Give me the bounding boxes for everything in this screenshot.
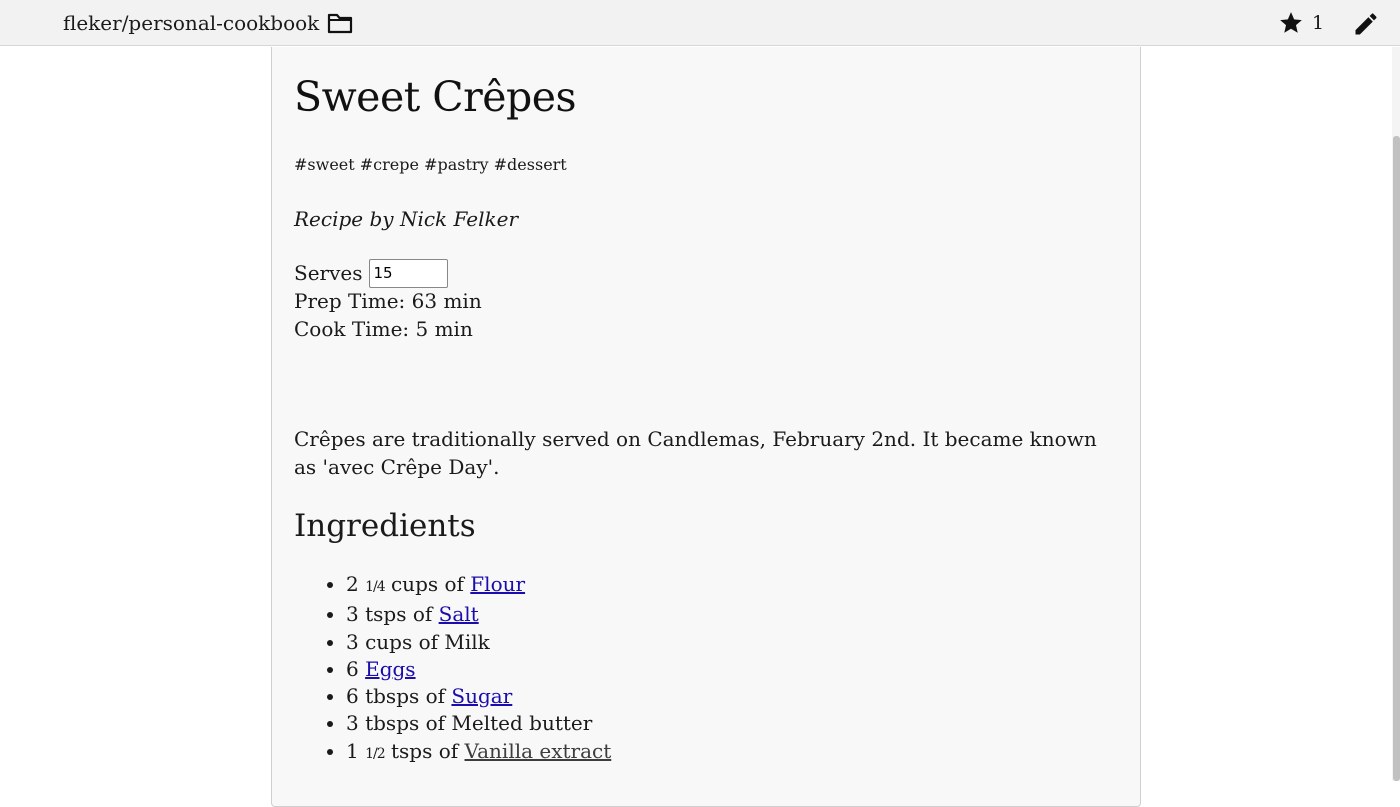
repo-link[interactable]: fleker/personal-cookbook: [63, 9, 353, 37]
ingredient-item: 6 Eggs: [346, 656, 611, 683]
ingredient-item: 1 1/2 tsps of Vanilla extract: [346, 738, 611, 768]
ingredient-link-flour[interactable]: Flour: [470, 572, 525, 596]
ingredient-qty: 6: [346, 684, 359, 709]
recipe-tags: #sweet #crepe #pastry #dessert: [294, 155, 567, 174]
ingredient-fraction: 1/2: [365, 745, 386, 762]
ingredients-list: 2 1/4 cups of Flour 3 tsps of Salt 3 cup…: [294, 571, 611, 768]
recipe-title: Sweet Crêpes: [294, 73, 577, 121]
ingredient-item: 3 tbsps of Melted butter: [346, 710, 611, 737]
ingredient-link-sugar[interactable]: Sugar: [451, 684, 512, 708]
ingredient-qty: 3: [346, 602, 359, 627]
ingredient-item: 3 tsps of Salt: [346, 601, 611, 628]
ingredient-unit: cups of: [358, 629, 445, 654]
ingredient-unit: tbsps of: [358, 711, 452, 736]
ingredient-link-eggs[interactable]: Eggs: [365, 657, 415, 681]
ingredient-unit: tbsps of: [358, 684, 452, 709]
serves-input[interactable]: [368, 258, 448, 288]
ingredient-name-milk: Milk: [444, 629, 490, 654]
ingredient-fraction: 1/4: [365, 579, 386, 595]
recipe-card: Sweet Crêpes #sweet #crepe #pastry #dess…: [271, 47, 1141, 807]
serves-row: Serves: [294, 258, 482, 288]
recipe-description: Crêpes are traditionally served on Candl…: [294, 427, 1097, 479]
repo-name: fleker/personal-cookbook: [63, 11, 320, 35]
ingredient-qty: 3: [346, 629, 359, 654]
recipe-author: Recipe by Nick Felker: [294, 207, 519, 231]
ingredient-unit: tsps of: [358, 602, 439, 627]
recipe-meta: Serves Prep Time: 63 min Cook Time: 5 mi…: [294, 258, 482, 343]
prep-time: Prep Time: 63 min: [294, 289, 482, 313]
ingredient-qty: 3: [346, 711, 359, 736]
top-bar: fleker/personal-cookbook 1: [0, 0, 1400, 46]
star-button[interactable]: 1: [1278, 10, 1324, 36]
ingredient-link-salt[interactable]: Salt: [439, 602, 479, 626]
ingredient-item: 3 cups of Milk: [346, 629, 611, 656]
star-icon: [1280, 12, 1302, 33]
ingredient-qty: 6: [346, 656, 359, 681]
ingredient-item: 6 tbsps of Sugar: [346, 683, 611, 710]
cook-time: Cook Time: 5 min: [294, 317, 473, 341]
ingredient-qty: 2: [346, 572, 366, 596]
ingredient-unit: tsps of: [384, 738, 465, 763]
scrollbar-thumb[interactable]: [1393, 136, 1400, 781]
pencil-icon[interactable]: [1352, 10, 1380, 38]
star-count: 1: [1312, 12, 1325, 34]
folder-icon: [328, 13, 353, 34]
ingredient-link-vanilla-extract[interactable]: Vanilla extract: [465, 739, 612, 763]
ingredient-name-melted-butter: Melted butter: [451, 711, 593, 736]
ingredient-unit: cups of: [384, 572, 471, 596]
ingredients-heading: Ingredients: [294, 508, 476, 544]
ingredient-item: 2 1/4 cups of Flour: [346, 571, 611, 601]
serves-label: Serves: [294, 261, 363, 285]
ingredient-qty: 1: [346, 738, 366, 763]
